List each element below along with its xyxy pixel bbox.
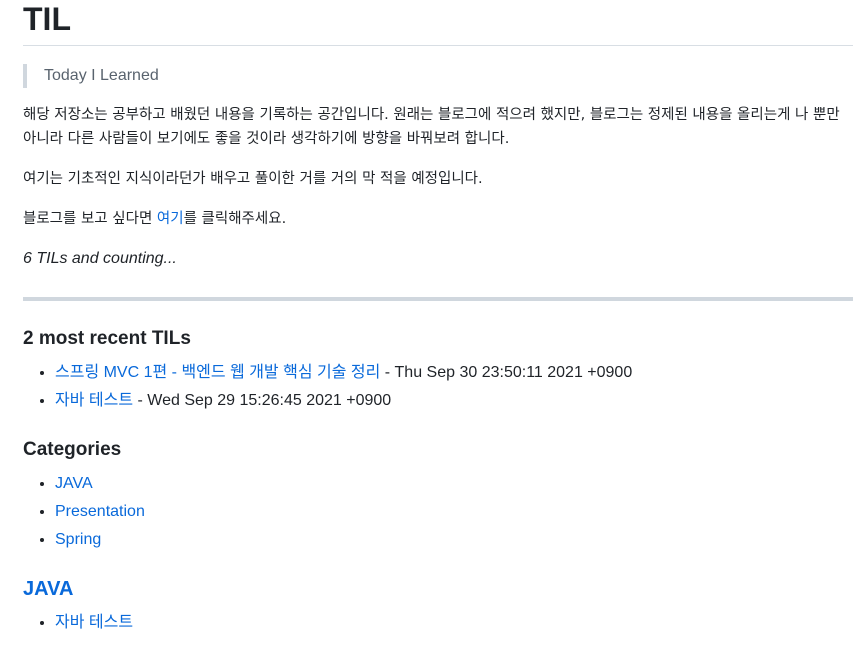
- list-item: Spring: [55, 526, 853, 554]
- list-item: 스프링 MVC 1편 - 백엔드 웹 개발 핵심 기술 정리 - Thu Sep…: [55, 359, 853, 387]
- recent-heading: 2 most recent TILs: [23, 328, 191, 349]
- blog-prefix: 블로그를 보고 싶다면: [23, 211, 157, 227]
- intro-paragraph: 해당 저장소는 공부하고 배웠던 내용을 기록하는 공간입니다. 원래는 블로그…: [23, 107, 840, 147]
- recent-til-link[interactable]: 스프링 MVC 1편 - 백엔드 웹 개발 핵심 기술 정리: [55, 364, 380, 381]
- section-divider: [23, 297, 853, 301]
- til-count: 6 TILs and counting...: [23, 250, 177, 267]
- blog-paragraph: 블로그를 보고 싶다면 여기를 클릭해주세요.: [23, 207, 853, 231]
- list-item: 자바 테스트 - Wed Sep 29 15:26:45 2021 +0900: [55, 387, 853, 415]
- recent-til-link[interactable]: 자바 테스트: [55, 392, 133, 409]
- readme-content: TIL Today I Learned 해당 저장소는 공부하고 배웠던 내용을…: [23, 0, 853, 637]
- java-til-link[interactable]: 자바 테스트: [55, 614, 133, 631]
- category-link-presentation[interactable]: Presentation: [55, 503, 145, 520]
- subtitle-quote: Today I Learned: [23, 64, 853, 88]
- list-item: JAVA: [55, 470, 853, 498]
- java-section-heading: JAVA: [23, 575, 853, 603]
- list-item: 자바 테스트: [55, 609, 853, 637]
- basics-paragraph: 여기는 기초적인 지식이라던가 배우고 풀이한 거를 거의 막 적을 예정입니다…: [23, 171, 483, 187]
- recent-til-date: - Wed Sep 29 15:26:45 2021 +0900: [133, 392, 392, 409]
- category-link-java[interactable]: JAVA: [55, 475, 93, 492]
- page-title: TIL: [23, 0, 853, 46]
- list-item: Presentation: [55, 498, 853, 526]
- recent-til-date: - Thu Sep 30 23:50:11 2021 +0900: [380, 364, 633, 381]
- blog-link[interactable]: 여기: [157, 211, 184, 227]
- recent-list: 스프링 MVC 1편 - 백엔드 웹 개발 핵심 기술 정리 - Thu Sep…: [23, 359, 853, 415]
- category-link-spring[interactable]: Spring: [55, 531, 101, 548]
- blog-suffix: 를 클릭해주세요.: [183, 211, 287, 227]
- java-section-link[interactable]: JAVA: [23, 578, 73, 600]
- java-list: 자바 테스트: [23, 609, 853, 637]
- categories-heading: Categories: [23, 439, 122, 460]
- categories-list: JAVA Presentation Spring: [23, 470, 853, 554]
